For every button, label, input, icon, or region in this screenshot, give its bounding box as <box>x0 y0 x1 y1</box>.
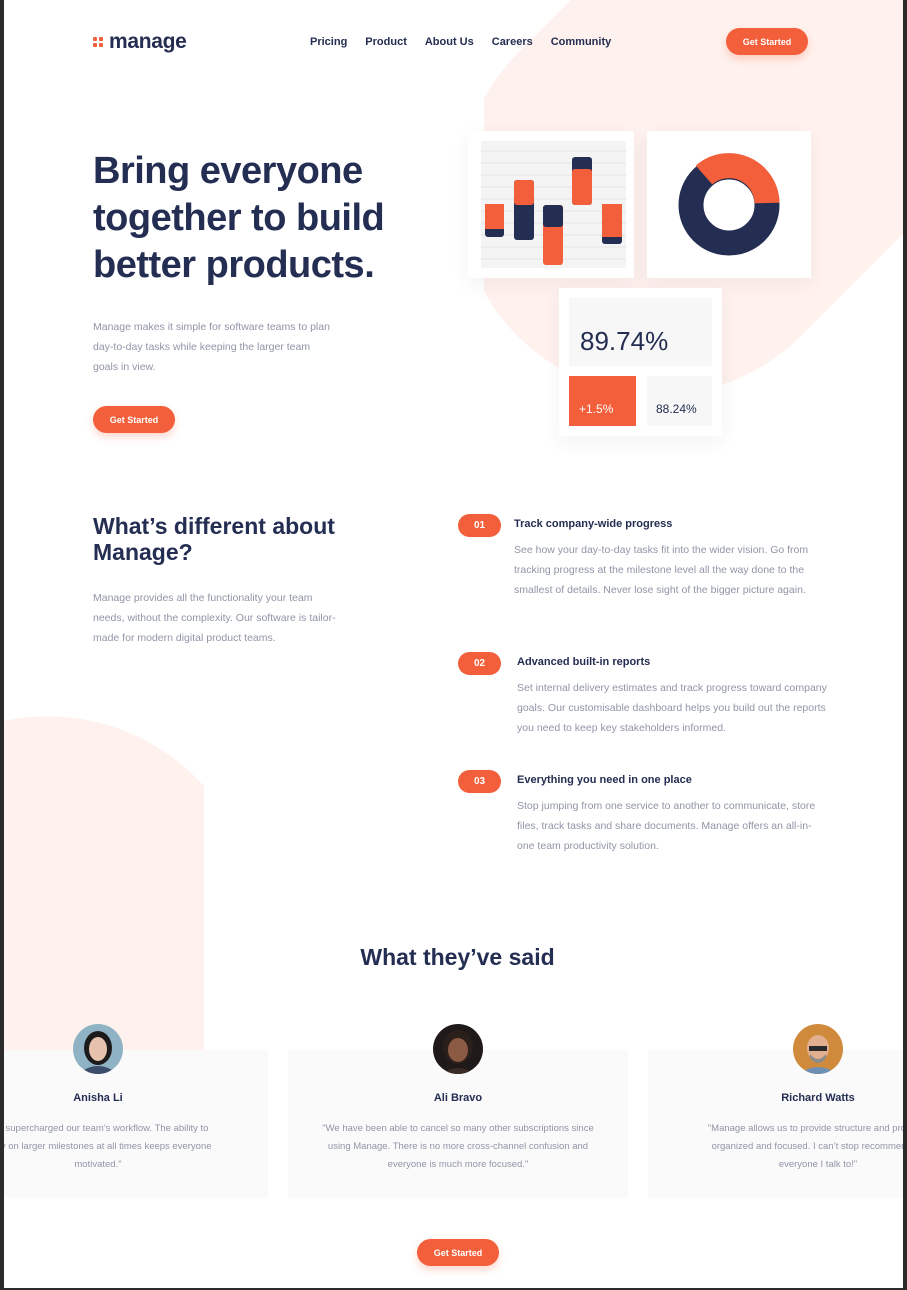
footer-get-started-button[interactable]: Get Started <box>417 1239 499 1266</box>
donut-chart-card <box>647 131 811 278</box>
logo[interactable]: manage <box>93 30 187 54</box>
testimonial-name: Anisha Li <box>73 1092 123 1104</box>
testimonial-card: Anisha Li has supercharged our team’s wo… <box>0 1050 268 1198</box>
feature-description: Set internal delivery estimates and trac… <box>517 682 827 734</box>
hero-title: Bring everyone together to build better … <box>93 150 385 286</box>
quote-line: ibility on larger milestones at all time… <box>0 1141 212 1152</box>
bar-chart-illustration <box>481 141 626 268</box>
nav-careers[interactable]: Careers <box>492 36 533 48</box>
header-get-started-button[interactable]: Get Started <box>726 28 808 55</box>
avatar-ali <box>433 1024 483 1074</box>
main-stat-value: 89.74% <box>580 326 669 356</box>
logo-text: manage <box>109 30 187 53</box>
feature-number-badge: 03 <box>458 770 501 793</box>
quote-line: everyone is much more focused." <box>387 1159 529 1170</box>
quote-line: has supercharged our team’s workflow. Th… <box>0 1123 209 1134</box>
feature-title: Advanced built-in reports <box>517 656 651 668</box>
feature-description: See how your day-to-day tasks fit into t… <box>514 544 809 596</box>
hero-get-started-button[interactable]: Get Started <box>93 406 175 433</box>
testimonial-quote: has supercharged our team’s workflow. Th… <box>0 1120 258 1174</box>
testimonial-quote: "We have been able to cancel so many oth… <box>298 1120 618 1174</box>
features-description: Manage provides all the functionality yo… <box>93 592 336 644</box>
stats-card: 89.74% +1.5% 88.24% <box>559 288 722 436</box>
quote-line: "We have been able to cancel so many oth… <box>322 1123 594 1134</box>
feature-description: Stop jumping from one service to another… <box>517 800 816 852</box>
donut-chart-illustration <box>678 153 780 256</box>
features-title: What’s different about Manage? <box>93 513 335 565</box>
quote-line: motivated." <box>74 1159 122 1170</box>
nav-about-us[interactable]: About Us <box>425 36 474 48</box>
section-background-shape <box>4 680 204 1060</box>
secondary-stat-value: 88.24% <box>656 402 697 416</box>
main-stat-tile: 89.74% <box>569 298 712 366</box>
nav-product[interactable]: Product <box>365 36 407 48</box>
testimonial-name: Ali Bravo <box>433 1092 483 1104</box>
nav-community[interactable]: Community <box>551 36 612 48</box>
avatar-portrait-icon <box>73 1024 123 1074</box>
feature-title: Track company-wide progress <box>514 518 673 530</box>
testimonial-quote: "Manage allows us to provide structure a… <box>658 1120 907 1174</box>
feature-number-badge: 01 <box>458 514 501 537</box>
avatar-anisha <box>73 1024 123 1074</box>
change-stat-tile: +1.5% <box>569 376 636 426</box>
main-nav: Pricing Product About Us Careers Communi… <box>310 36 611 48</box>
quote-line: using Manage. There is no more cross-cha… <box>327 1141 589 1152</box>
testimonials-title: What they’ve said <box>360 944 555 970</box>
testimonial-card: Richard Watts "Manage allows us to provi… <box>648 1050 907 1198</box>
hero-description: Manage makes it simple for software team… <box>93 321 330 373</box>
quote-line: organized and focused. I can’t stop reco… <box>711 1141 907 1152</box>
feature-number-badge: 02 <box>458 652 501 675</box>
quote-line: everyone I talk to!" <box>778 1159 858 1170</box>
nav-pricing[interactable]: Pricing <box>310 36 347 48</box>
feature-title: Everything you need in one place <box>517 774 692 786</box>
bar-chart-card <box>468 131 634 278</box>
avatar-portrait-icon <box>793 1024 843 1074</box>
testimonial-name: Richard Watts <box>781 1092 855 1104</box>
change-stat-value: +1.5% <box>579 402 614 416</box>
logo-mark-icon <box>93 37 103 47</box>
quote-line: "Manage allows us to provide structure a… <box>707 1123 907 1134</box>
avatar-portrait-icon <box>433 1024 483 1074</box>
avatar-richard <box>793 1024 843 1074</box>
secondary-stat-tile: 88.24% <box>647 376 712 426</box>
page-frame: manage Pricing Product About Us Careers … <box>0 0 907 1290</box>
